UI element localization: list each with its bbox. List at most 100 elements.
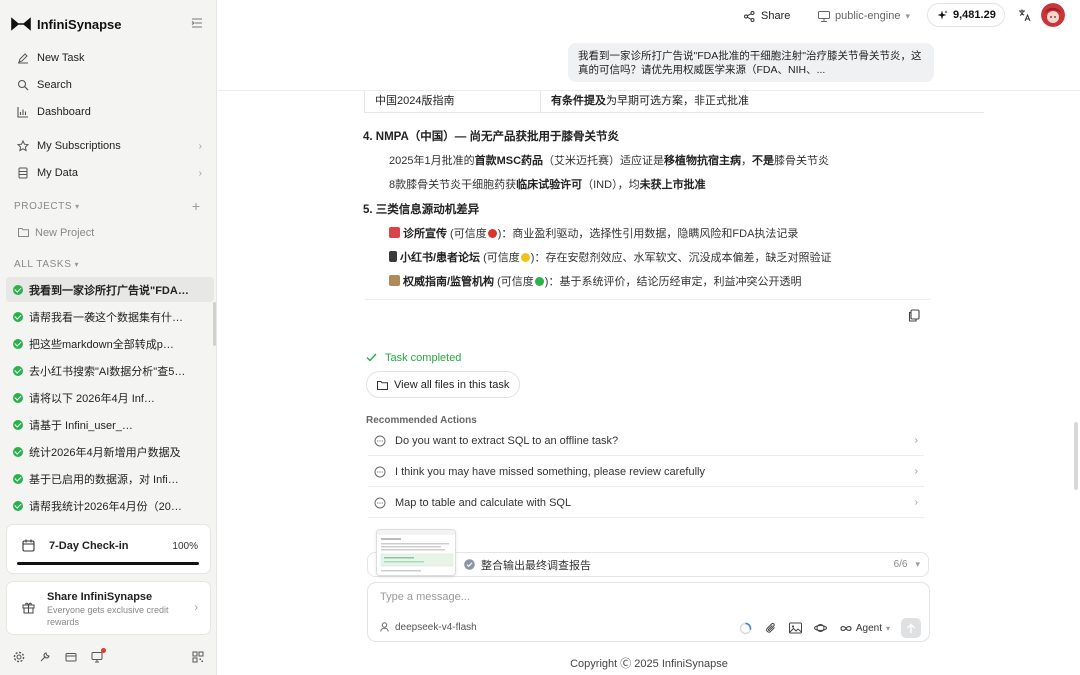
credits-value: 9,481.29 (953, 9, 996, 21)
recommended-action-item[interactable]: Map to table and calculate with SQL › (368, 488, 924, 518)
nav-label: New Task (37, 52, 85, 64)
copy-icon[interactable] (908, 309, 920, 322)
table-cell: 中国2024版指南 (364, 91, 541, 112)
loading-spinner-icon (739, 621, 753, 635)
status-check-icon (13, 473, 23, 484)
section-heading: 5. 三类信息源动机差异 (363, 204, 480, 216)
classical-building-icon (389, 275, 400, 286)
task-title: 统计2026年4月新增用户数据及 (29, 446, 181, 459)
nav-my-data[interactable]: My Data › (10, 162, 206, 184)
model-selector[interactable]: deepseek-v4-flash (380, 620, 477, 634)
paragraph-line: 2025年1月批准的首款MSC药品（艾米迈托赛）适应证是移植物抗宿主病，不是膝骨… (389, 155, 830, 167)
nav-search[interactable]: Search (10, 74, 206, 96)
nav-new-task[interactable]: New Task (10, 47, 206, 69)
image-icon[interactable] (789, 621, 803, 635)
folder-icon (377, 380, 388, 390)
chevron-right-icon: › (198, 140, 202, 152)
status-check-icon (13, 311, 23, 322)
share-button[interactable]: Share (744, 8, 790, 24)
paperclip-icon[interactable] (764, 621, 778, 635)
user-avatar[interactable] (1041, 3, 1065, 27)
chat-bubble-icon (374, 466, 386, 477)
chat-bubble-icon (374, 497, 386, 508)
chart-icon (17, 106, 29, 118)
app-name: InfiniSynapse (37, 16, 122, 32)
green-circle-icon (534, 277, 544, 286)
arrow-up-icon (907, 623, 915, 633)
wrench-icon[interactable] (38, 651, 51, 664)
status-check-icon (13, 338, 23, 349)
source-line-authority: 权威指南/监管机构 (可信度)：基于系统评价，结论历经审定，利益冲突公开透明 (389, 273, 801, 289)
chevron-right-icon: › (198, 167, 202, 179)
task-item[interactable]: 去小红书搜索"AI数据分析"查5… (6, 358, 214, 383)
task-item[interactable]: 请帮我统计2026年4月份（20… (6, 493, 214, 518)
red-circle-icon (487, 229, 497, 238)
share-subtitle: Everyone gets exclusive credit rewards (47, 605, 169, 627)
checkin-progress-bar (17, 562, 199, 565)
credits-badge[interactable]: 9,481.29 (927, 3, 1005, 27)
translate-icon[interactable] (1018, 8, 1032, 22)
projects-header[interactable]: PROJECTS ▾ (14, 201, 80, 212)
nav-label: Dashboard (37, 106, 91, 118)
nav-dashboard[interactable]: Dashboard (10, 101, 206, 123)
task-title: 请将以下 2026年4月 Inf… (29, 392, 155, 405)
logo-icon (11, 17, 31, 31)
task-item[interactable]: 请将以下 2026年4月 Inf… (6, 385, 214, 410)
recommended-action-item[interactable]: Do you want to extract SQL to an offline… (368, 426, 924, 456)
sidebar: InfiniSynapse New Task Search Dashboard … (0, 0, 217, 675)
task-item[interactable]: 基于已启用的数据源，对 Infi… (6, 466, 214, 491)
nav-my-subscriptions[interactable]: My Subscriptions › (10, 135, 206, 157)
hospital-icon (389, 227, 400, 238)
checkin-percent: 100% (172, 541, 198, 552)
globe-icon[interactable] (814, 621, 828, 635)
gift-icon (22, 602, 35, 614)
task-item[interactable]: 请基于 Infini_user_… (6, 412, 214, 437)
notification-dot (101, 647, 106, 653)
recommended-actions-title: Recommended Actions (366, 415, 477, 426)
task-item[interactable]: 我看到一家诊所打广告说"FDA批… (6, 277, 214, 302)
agent-selector[interactable]: Agent ▾ (840, 623, 890, 634)
task-item[interactable]: 把这些markdown全部转成p… (6, 331, 214, 356)
chevron-right-icon: › (914, 497, 918, 508)
report-thumbnail[interactable] (376, 529, 456, 576)
view-files-button[interactable]: View all files in this task (366, 371, 521, 398)
new-project-item[interactable]: New Project (18, 226, 94, 240)
chat-bubble-icon (374, 435, 386, 446)
checkin-card[interactable]: 7-Day Check-in 100% (6, 524, 211, 574)
send-button[interactable] (901, 618, 921, 638)
task-title: 请基于 Infini_user_… (29, 419, 133, 432)
task-item[interactable]: 统计2026年4月新增用户数据及 (6, 439, 214, 464)
check-circle-icon (464, 559, 475, 570)
monitor-icon[interactable] (90, 647, 106, 664)
wallet-icon[interactable] (64, 651, 77, 664)
user-icon (380, 622, 389, 632)
qrcode-icon[interactable] (191, 651, 204, 664)
chevron-right-icon: › (914, 466, 918, 477)
table-cell: 有条件提及为早期可选方案，非正式批准 (551, 95, 749, 107)
chevron-right-icon: › (194, 602, 198, 614)
top-header: Share public-engine ▾ 9,481.29 (218, 0, 1080, 34)
sparkle-icon (937, 10, 948, 19)
share-card[interactable]: Share InfiniSynapse Everyone gets exclus… (6, 581, 211, 635)
star-icon (17, 140, 29, 152)
divider (365, 299, 930, 300)
sidebar-scrollbar[interactable] (213, 302, 216, 346)
add-project-icon[interactable]: + (192, 199, 200, 213)
step-count: 6/6 (893, 559, 908, 570)
footer-copyright: Copyright Ⓒ 2025 InfiniSynapse (570, 658, 728, 670)
server-icon (818, 10, 830, 22)
check-icon (366, 353, 377, 362)
status-check-icon (13, 392, 23, 403)
task-item[interactable]: 请帮我看一袭这个数据集有什么问题 (6, 304, 214, 329)
message-input[interactable]: Type a message... (380, 591, 470, 603)
share-icon (744, 10, 755, 22)
checkin-title: 7-Day Check-in (49, 540, 129, 552)
all-tasks-header[interactable]: ALL TASKS ▾ (14, 259, 79, 270)
settings-icon[interactable] (12, 651, 25, 664)
engine-selector[interactable]: public-engine ▾ (818, 8, 910, 24)
user-message-bubble: 我看到一家诊所打广告说"FDA批准的干细胞注射"治疗膝关节骨关节炎，这真的可信吗… (568, 43, 934, 82)
recommended-action-item[interactable]: I think you may have missed something, p… (368, 457, 924, 487)
task-completed-status: Task completed (366, 351, 461, 364)
main-scrollbar[interactable] (1074, 422, 1078, 490)
sidebar-collapse-icon[interactable] (190, 17, 204, 31)
